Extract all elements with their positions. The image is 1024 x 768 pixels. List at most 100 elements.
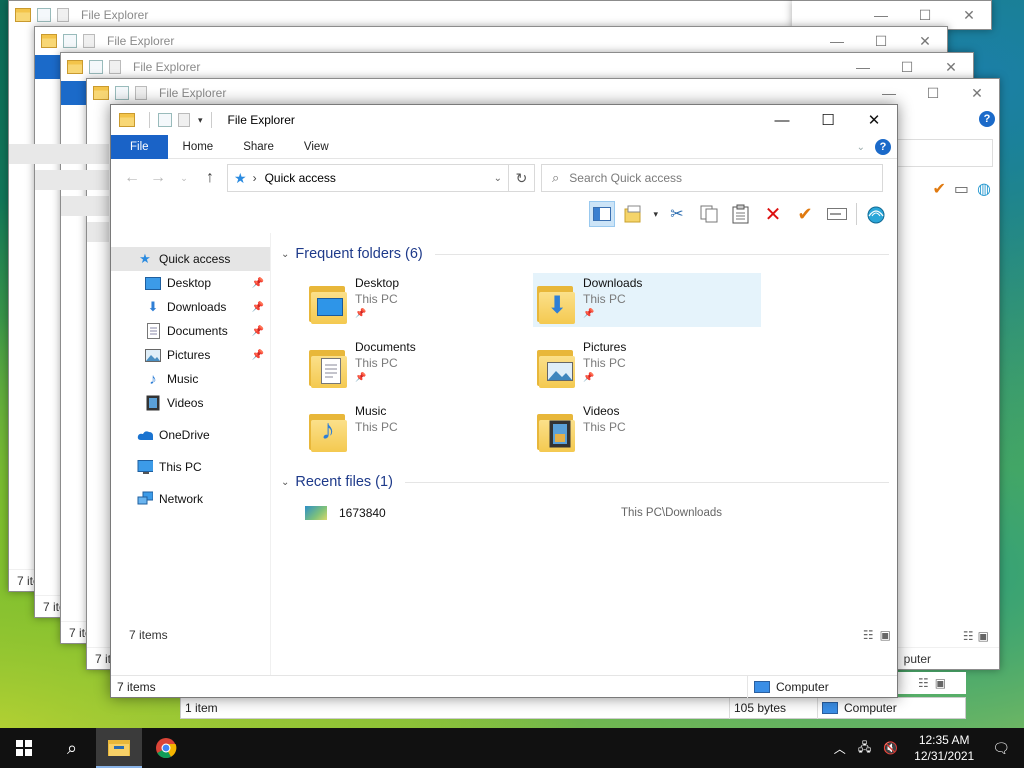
tab-share[interactable]: Share	[228, 135, 289, 159]
folder-tile-documents[interactable]: Documents This PC 📌	[305, 337, 533, 391]
thumbnail-view-icon[interactable]: ▣	[978, 629, 989, 643]
folder-tile-pictures[interactable]: Pictures This PC 📌	[533, 337, 761, 391]
sidebar-item-music[interactable]: ♪ Music	[111, 367, 270, 391]
navigation-pane-button[interactable]	[589, 201, 616, 227]
address-bar[interactable]: ★ › Quick access ⌄	[227, 164, 509, 192]
breadcrumb-separator-icon[interactable]: ›	[253, 171, 257, 185]
sidebar-item-videos[interactable]: Videos	[111, 391, 270, 415]
folder-tile-desktop[interactable]: Desktop This PC 📌	[305, 273, 533, 327]
folder-name: Pictures	[583, 340, 627, 354]
checkmark-icon[interactable]: ✔	[933, 179, 946, 199]
folder-icon	[67, 60, 83, 74]
folder-tile-music[interactable]: ♪ Music This PC	[305, 401, 533, 455]
start-button[interactable]	[0, 728, 48, 768]
window-title: File Explorer	[107, 34, 175, 48]
close-button[interactable]: ✕	[947, 1, 991, 29]
recent-locations-button[interactable]: ⌄	[171, 173, 197, 184]
minimize-button[interactable]: —	[759, 105, 805, 135]
help-icon[interactable]: ?	[875, 139, 891, 155]
film-icon	[145, 395, 161, 411]
collapse-chevron-icon[interactable]: ⌄	[281, 477, 289, 488]
taskbar-file-explorer[interactable]	[96, 728, 142, 768]
minimize-button[interactable]: —	[841, 53, 885, 81]
refresh-button[interactable]: ↻	[509, 164, 535, 192]
frequent-folders-header[interactable]: ⌄ Frequent folders (6)	[279, 243, 889, 265]
close-button[interactable]: ✕	[955, 79, 999, 107]
file-explorer-window[interactable]: ▾ File Explorer — ☐ ✕ File Home Share Vi…	[110, 104, 898, 698]
tab-file[interactable]: File	[111, 134, 168, 159]
shell-icon	[867, 206, 885, 224]
sidebar-item-onedrive[interactable]: OneDrive	[111, 423, 270, 447]
sidebar-item-label: Downloads	[167, 300, 227, 314]
thumbnail-view-icon[interactable]: ▣	[935, 676, 946, 690]
clock[interactable]: 12:35 AM 12/31/2021	[904, 732, 984, 764]
properties-icon[interactable]	[158, 113, 172, 127]
shell-icon[interactable]: ◍	[977, 179, 991, 199]
pin-icon: 📌	[251, 325, 264, 337]
new-folder-icon[interactable]	[178, 113, 190, 127]
up-button[interactable]: ↑	[197, 169, 223, 187]
details-view-icon[interactable]: ☷	[918, 676, 929, 690]
cut-button[interactable]: ✂	[664, 201, 690, 227]
address-dropdown-icon[interactable]: ⌄	[494, 173, 502, 184]
forward-button[interactable]: →	[145, 169, 171, 187]
checkmark-button[interactable]: ✔	[792, 201, 818, 227]
sidebar-item-desktop[interactable]: Desktop 📌	[111, 271, 270, 295]
rename-icon[interactable]: ▭	[954, 179, 969, 199]
copy-button[interactable]	[696, 201, 722, 227]
folder-name: Downloads	[583, 276, 643, 290]
minimize-button[interactable]: —	[859, 1, 903, 29]
sidebar-item-network[interactable]: Network	[111, 487, 270, 511]
collapse-chevron-icon[interactable]: ⌄	[281, 249, 289, 260]
search-button[interactable]: ⌕	[48, 728, 96, 768]
folder-tile-videos[interactable]: Videos This PC	[533, 401, 761, 455]
expand-ribbon-icon[interactable]: ⌄	[857, 142, 865, 153]
maximize-button[interactable]: ☐	[911, 79, 955, 107]
downloads-folder-icon: ⬇	[537, 280, 575, 324]
delete-button[interactable]: ✕	[760, 201, 786, 227]
show-hidden-icons-icon[interactable]: ︿	[828, 740, 852, 757]
pin-icon: 📌	[251, 349, 264, 361]
sidebar-item-pictures[interactable]: Pictures 📌	[111, 343, 270, 367]
network-status-icon[interactable]: 🖧	[852, 738, 877, 759]
tab-home[interactable]: Home	[168, 135, 229, 159]
taskbar-chrome[interactable]	[142, 728, 190, 768]
dropdown-arrow-icon[interactable]: ▾	[653, 209, 658, 220]
folder-tile-downloads[interactable]: ⬇ Downloads This PC 📌	[533, 273, 761, 327]
folder-icon	[93, 86, 109, 100]
toolbar-separator	[856, 203, 857, 225]
title-bar[interactable]: ▾ File Explorer — ☐ ✕	[111, 105, 897, 135]
close-button[interactable]: ✕	[851, 105, 897, 135]
paste-button[interactable]	[728, 201, 754, 227]
sidebar-item-documents[interactable]: Documents 📌	[111, 319, 270, 343]
details-view-icon[interactable]: ☷	[863, 628, 874, 642]
maximize-button[interactable]: ☐	[885, 53, 929, 81]
sidebar-item-this-pc[interactable]: This PC	[111, 455, 270, 479]
back-button[interactable]: ←	[119, 169, 145, 187]
sidebar-item-quick-access[interactable]: ★ Quick access	[111, 247, 270, 271]
close-button[interactable]: ✕	[929, 53, 973, 81]
notification-icon[interactable]: 🗨	[984, 740, 1024, 757]
minimize-button[interactable]: —	[815, 27, 859, 55]
copy-icon	[700, 205, 718, 223]
properties-button[interactable]	[621, 201, 647, 227]
address-path[interactable]: Quick access	[265, 171, 494, 185]
minimize-button[interactable]: —	[867, 79, 911, 107]
customize-toolbar-icon[interactable]: ▾	[198, 115, 203, 126]
maximize-button[interactable]: ☐	[805, 105, 851, 135]
tab-view[interactable]: View	[289, 135, 344, 159]
rename-button[interactable]	[824, 201, 850, 227]
help-icon[interactable]: ?	[979, 111, 995, 127]
recent-file-row[interactable]: 1673840 This PC\Downloads	[305, 501, 889, 525]
thumbnail-view-icon[interactable]: ▣	[880, 628, 891, 642]
volume-muted-icon[interactable]: 🔇	[877, 741, 904, 755]
maximize-button[interactable]: ☐	[903, 1, 947, 29]
new-folder-icon	[135, 86, 147, 100]
search-input[interactable]: ⌕ Search Quick access	[541, 164, 883, 192]
maximize-button[interactable]: ☐	[859, 27, 903, 55]
close-button[interactable]: ✕	[903, 27, 947, 55]
recent-files-header[interactable]: ⌄ Recent files (1)	[279, 471, 889, 493]
details-view-icon[interactable]: ☷	[963, 629, 974, 643]
shell-button[interactable]	[863, 201, 889, 227]
sidebar-item-downloads[interactable]: ⬇ Downloads 📌	[111, 295, 270, 319]
